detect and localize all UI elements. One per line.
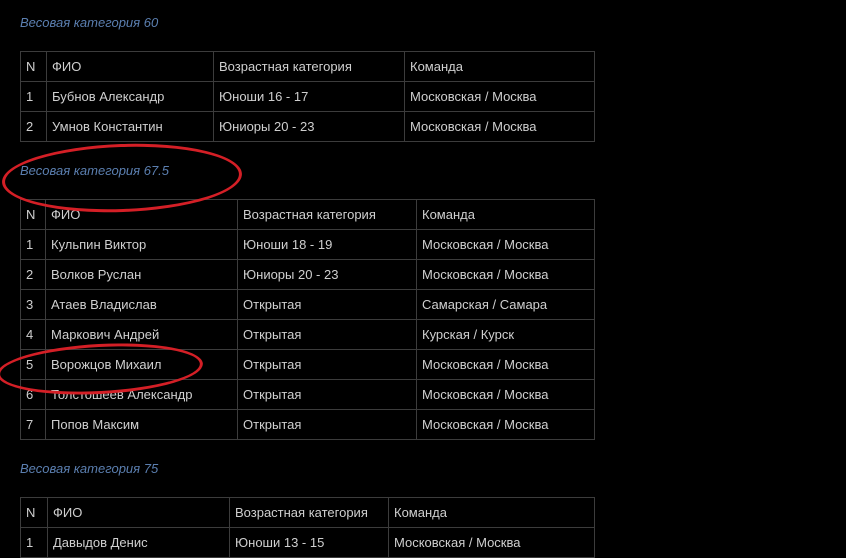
cell-age-category: Юноши 16 - 17 — [213, 81, 405, 112]
cell-number: 6 — [20, 379, 46, 410]
cell-number: 1 — [20, 527, 48, 558]
header-age-category: Возрастная категория — [213, 51, 405, 82]
table-row: 3 Атаев Владислав Открытая Самарская / С… — [20, 289, 595, 320]
cell-age-category: Открытая — [237, 349, 417, 380]
header-name: ФИО — [46, 51, 214, 82]
table-row: 1 Давыдов Денис Юноши 13 - 15 Московская… — [20, 527, 595, 558]
cell-team: Московская / Москва — [404, 111, 595, 142]
cell-team: Московская / Москва — [416, 409, 595, 440]
cell-name: Толстошеев Александр — [45, 379, 238, 410]
cell-number: 7 — [20, 409, 46, 440]
weight-category-75-title: Весовая категория 75 — [20, 461, 159, 476]
header-number: N — [20, 497, 48, 528]
table-header-row: N ФИО Возрастная категория Команда — [20, 51, 595, 82]
cell-age-category: Юниоры 20 - 23 — [213, 111, 405, 142]
table-row: 1 Кульпин Виктор Юноши 18 - 19 Московска… — [20, 229, 595, 260]
cell-age-category: Открытая — [237, 379, 417, 410]
cell-team: Московская / Москва — [416, 259, 595, 290]
header-team: Команда — [388, 497, 595, 528]
header-number: N — [20, 199, 46, 230]
table-row: 7 Попов Максим Открытая Московская / Мос… — [20, 409, 595, 440]
cell-name: Умнов Константин — [46, 111, 214, 142]
header-team: Команда — [404, 51, 595, 82]
weight-category-60-title: Весовая категория 60 — [20, 15, 159, 30]
cell-name: Бубнов Александр — [46, 81, 214, 112]
cell-number: 3 — [20, 289, 46, 320]
header-age-category: Возрастная категория — [229, 497, 389, 528]
table-header-row: N ФИО Возрастная категория Команда — [20, 199, 595, 230]
cell-name: Кульпин Виктор — [45, 229, 238, 260]
cell-number: 2 — [20, 259, 46, 290]
table-row: 5 Ворожцов Михаил Открытая Московская / … — [20, 349, 595, 380]
table-row: 2 Волков Руслан Юниоры 20 - 23 Московска… — [20, 259, 595, 290]
cell-age-category: Юниоры 20 - 23 — [237, 259, 417, 290]
cell-name: Волков Руслан — [45, 259, 238, 290]
cell-number: 4 — [20, 319, 46, 350]
weight-category-67-5-title: Весовая категория 67.5 — [20, 163, 170, 178]
cell-name: Попов Максим — [45, 409, 238, 440]
cell-number: 5 — [20, 349, 46, 380]
cell-age-category: Юноши 18 - 19 — [237, 229, 417, 260]
cell-name: Атаев Владислав — [45, 289, 238, 320]
cell-team: Самарская / Самара — [416, 289, 595, 320]
cell-age-category: Открытая — [237, 289, 417, 320]
cell-name: Давыдов Денис — [47, 527, 230, 558]
cell-number: 1 — [20, 81, 47, 112]
weight-category-60-table: N ФИО Возрастная категория Команда 1 Буб… — [20, 51, 595, 142]
header-team: Команда — [416, 199, 595, 230]
weight-category-67-5-table: N ФИО Возрастная категория Команда 1 Кул… — [20, 199, 595, 440]
cell-team: Московская / Москва — [416, 349, 595, 380]
cell-age-category: Открытая — [237, 319, 417, 350]
cell-name: Ворожцов Михаил — [45, 349, 238, 380]
cell-team: Курская / Курск — [416, 319, 595, 350]
cell-team: Московская / Москва — [416, 229, 595, 260]
cell-age-category: Открытая — [237, 409, 417, 440]
cell-number: 2 — [20, 111, 47, 142]
header-number: N — [20, 51, 47, 82]
header-name: ФИО — [45, 199, 238, 230]
cell-team: Московская / Москва — [404, 81, 595, 112]
cell-age-category: Юноши 13 - 15 — [229, 527, 389, 558]
table-row: 1 Бубнов Александр Юноши 16 - 17 Московс… — [20, 81, 595, 112]
header-age-category: Возрастная категория — [237, 199, 417, 230]
cell-team: Московская / Москва — [388, 527, 595, 558]
cell-name: Маркович Андрей — [45, 319, 238, 350]
cell-team: Московская / Москва — [416, 379, 595, 410]
table-row: 2 Умнов Константин Юниоры 20 - 23 Москов… — [20, 111, 595, 142]
table-row: 4 Маркович Андрей Открытая Курская / Кур… — [20, 319, 595, 350]
table-header-row: N ФИО Возрастная категория Команда — [20, 497, 595, 528]
weight-category-75-table: N ФИО Возрастная категория Команда 1 Дав… — [20, 497, 595, 558]
cell-number: 1 — [20, 229, 46, 260]
table-row: 6 Толстошеев Александр Открытая Московск… — [20, 379, 595, 410]
header-name: ФИО — [47, 497, 230, 528]
